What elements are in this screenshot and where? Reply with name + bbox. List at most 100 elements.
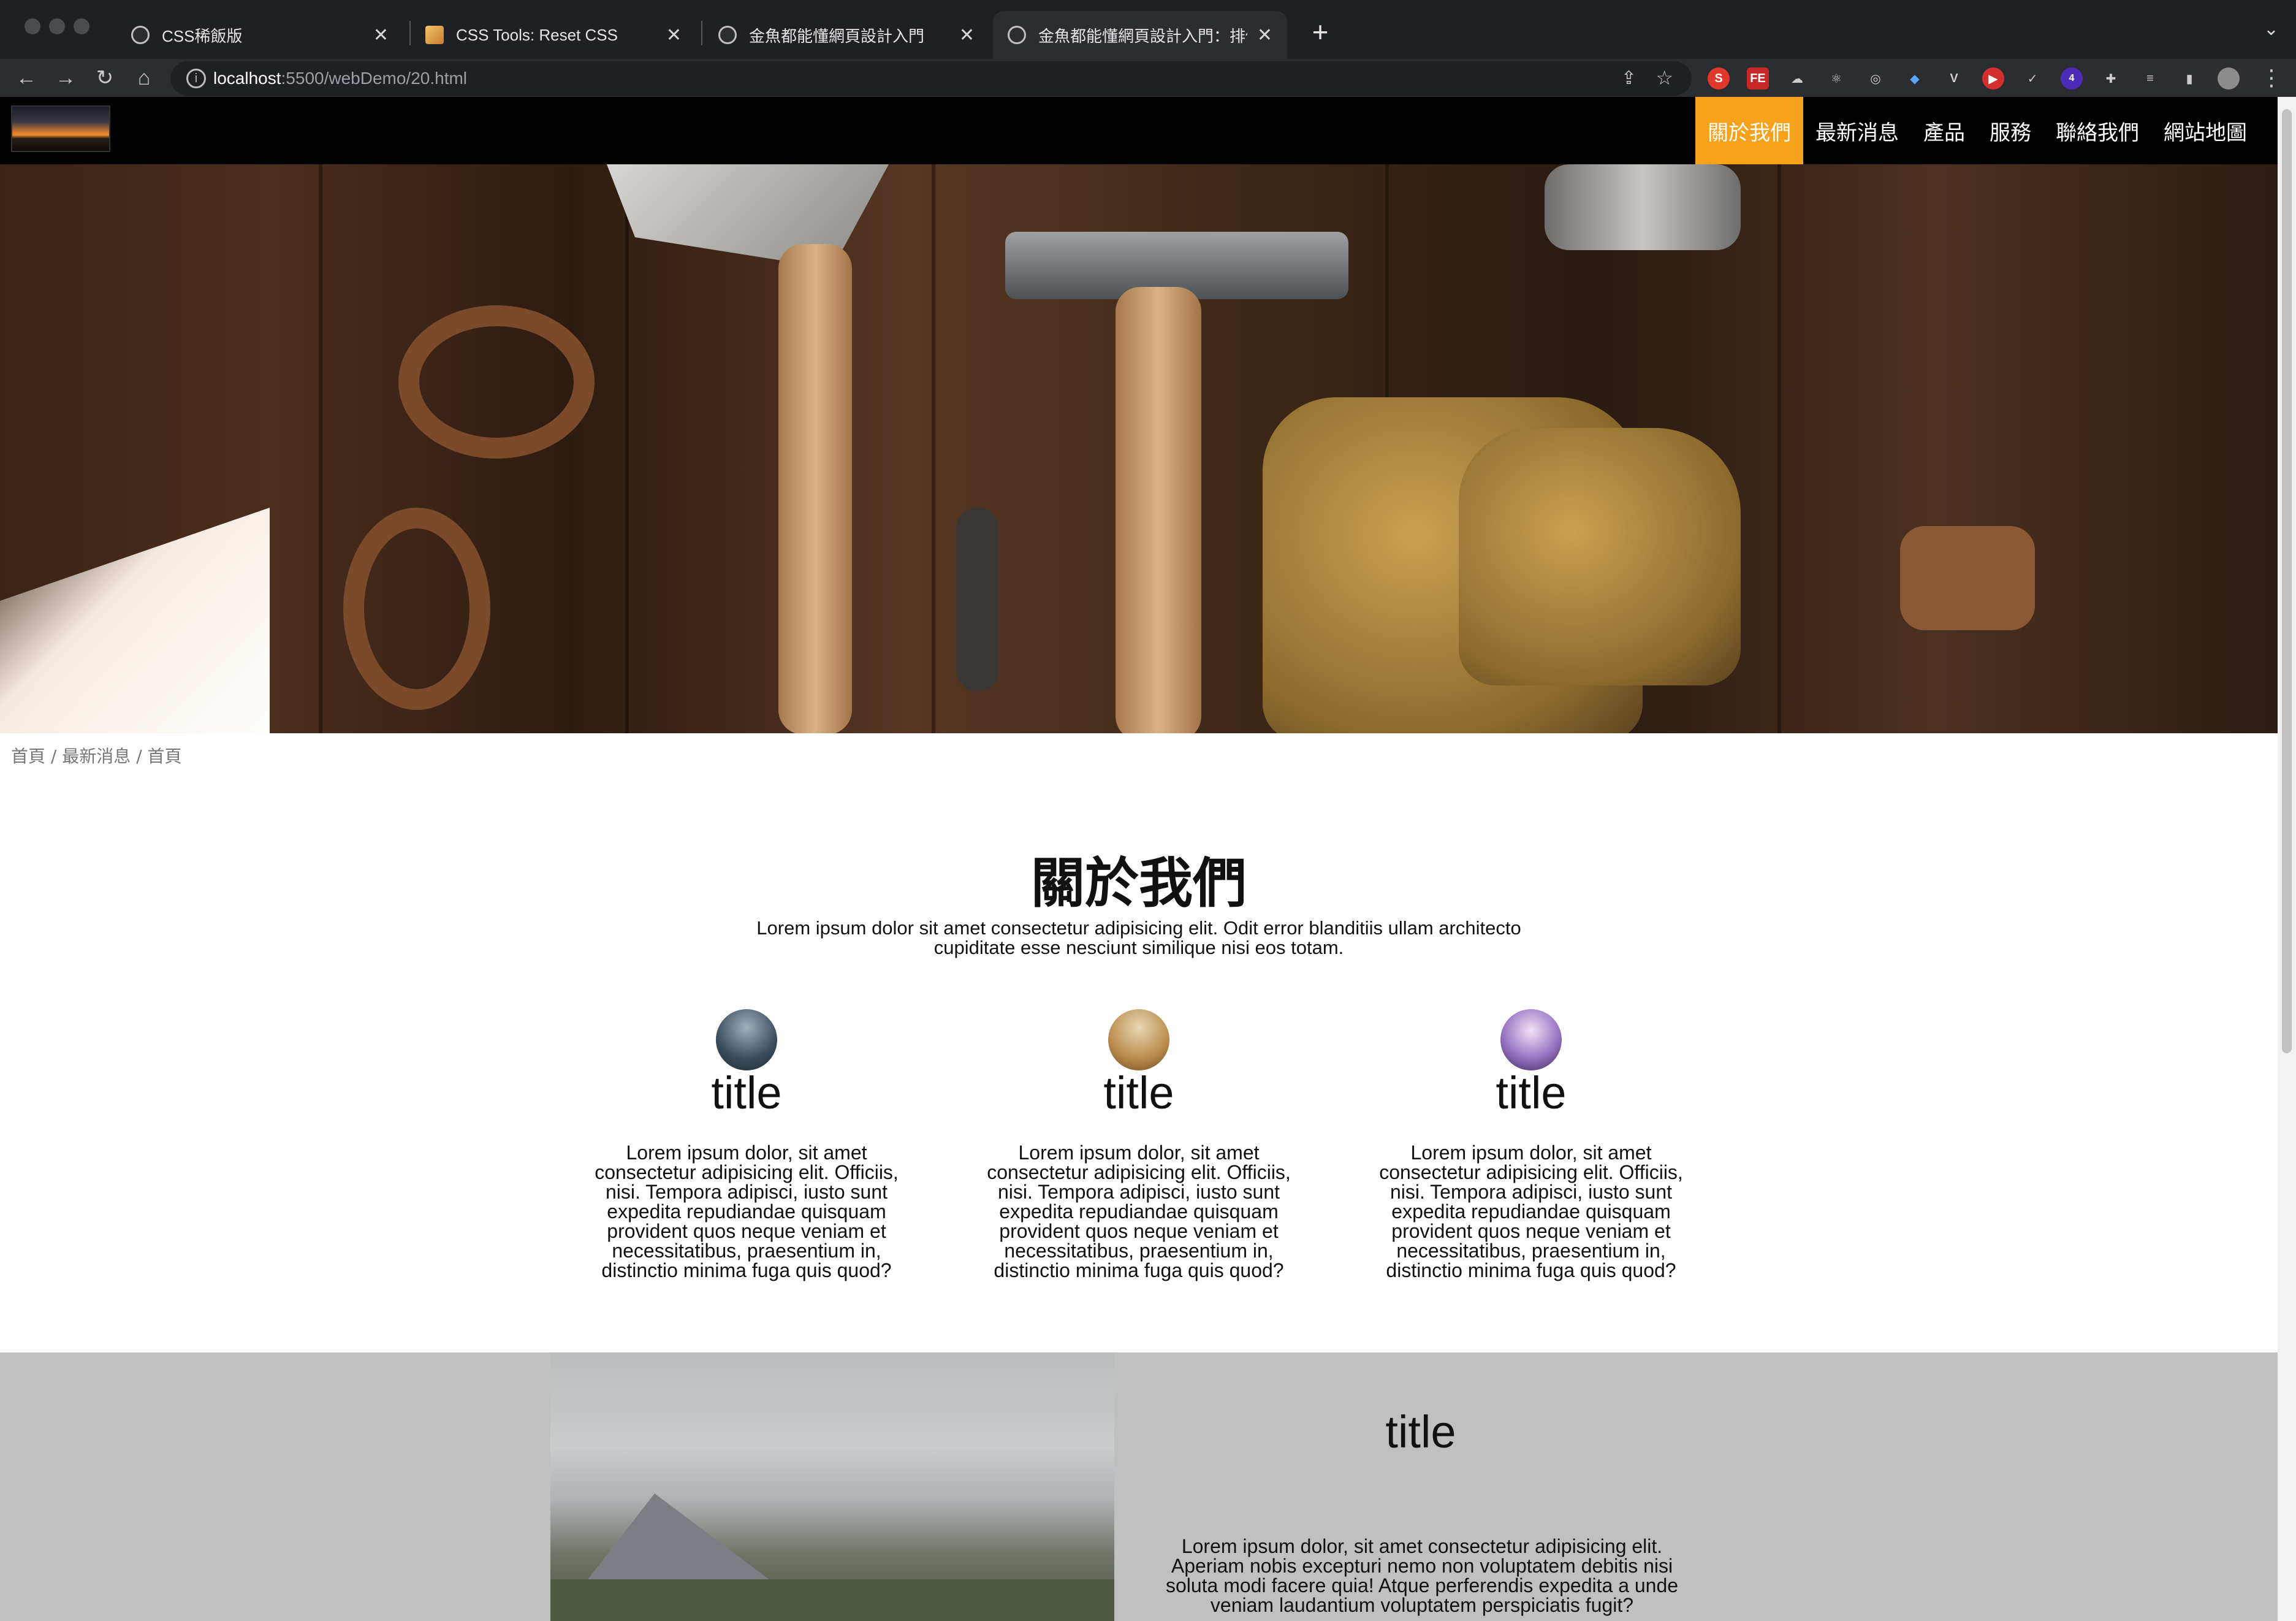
extension-badge-icon[interactable]: 4	[2061, 67, 2083, 90]
wood-plank-line	[625, 164, 629, 733]
card-title: title	[1496, 1067, 1567, 1118]
about-description: Lorem ipsum dolor sit amet consectetur a…	[756, 917, 1521, 958]
window-minimize-dot[interactable]	[49, 18, 65, 34]
card-title: title	[1103, 1067, 1174, 1118]
tab-css-xifan[interactable]: CSS稀飯版 ✕	[116, 11, 403, 59]
pocket-knife	[956, 508, 999, 692]
main-menu: 關於我們 最新消息 產品 服務 聯絡我們 網站地圖	[1695, 97, 2259, 164]
pliers-handle	[398, 305, 595, 459]
reading-list-icon[interactable]: ≡	[2139, 67, 2161, 90]
pliers-jaw	[343, 508, 490, 710]
extension-target-icon[interactable]: ◎	[1865, 67, 1887, 90]
site-header: 關於我們 最新消息 產品 服務 聯絡我們 網站地圖	[0, 97, 2278, 164]
extension-s-icon[interactable]: S	[1708, 67, 1730, 90]
extension-cloud-icon[interactable]: ☁	[1786, 67, 1808, 90]
side-panel-icon[interactable]: ▮	[2178, 67, 2200, 90]
breadcrumb-separator: /	[50, 746, 63, 766]
scraper-handle	[1900, 526, 2035, 630]
card-title: title	[711, 1067, 782, 1118]
menu-item-news[interactable]: 最新消息	[1803, 97, 1911, 164]
browser-toolbar: ← → ↻ ⌂ i localhost:5500/webDemo/20.html…	[0, 59, 2296, 97]
card-text: Lorem ipsum dolor, sit amet consectetur …	[1379, 1142, 1683, 1281]
breadcrumb-home[interactable]: 首頁	[11, 746, 45, 766]
feature-title: title	[1385, 1406, 1456, 1457]
site-info-icon[interactable]: i	[186, 69, 206, 88]
more-menu-icon[interactable]: ⋮	[2260, 65, 2283, 91]
extension-gem-icon[interactable]: ◆	[1904, 67, 1926, 90]
home-icon[interactable]: ⌂	[129, 63, 159, 93]
metal-rod	[1545, 164, 1741, 250]
tab-separator	[701, 21, 702, 45]
globe-icon	[1008, 26, 1026, 44]
url-text[interactable]: localhost:5500/webDemo/20.html	[213, 69, 467, 88]
menu-item-services[interactable]: 服務	[1977, 97, 2043, 164]
profile-avatar[interactable]	[2218, 67, 2240, 90]
share-icon[interactable]: ⇪	[1621, 67, 1636, 89]
site-logo[interactable]	[11, 105, 110, 152]
tab-title: 金魚都能懂網頁設計入門：排個版	[1038, 26, 1247, 45]
hammer-handle	[1116, 287, 1201, 733]
axe-handle	[778, 244, 852, 733]
close-icon[interactable]: ✕	[959, 25, 975, 46]
card-avatar	[716, 1009, 777, 1070]
url-path: :5500/webDemo/20.html	[281, 69, 468, 88]
hero-banner	[0, 164, 2278, 733]
breadcrumb-current[interactable]: 首頁	[148, 746, 182, 766]
menu-item-sitemap[interactable]: 網站地圖	[2151, 97, 2259, 164]
tab-title: 金魚都能懂網頁設計入門	[749, 26, 925, 45]
about-card: title Lorem ipsum dolor, sit amet consec…	[575, 1009, 918, 1280]
tab-goldfish-intro[interactable]: 金魚都能懂網頁設計入門 ✕	[704, 11, 989, 59]
close-icon[interactable]: ✕	[373, 25, 389, 46]
extension-badge-count: 4	[2069, 73, 2075, 83]
tab-reset-css[interactable]: CSS Tools: Reset CSS ✕	[411, 11, 696, 59]
extension-react-icon[interactable]: ⚛	[1825, 67, 1847, 90]
breadcrumb-news[interactable]: 最新消息	[62, 746, 131, 766]
css-tools-icon	[425, 26, 444, 44]
window-close-dot[interactable]	[25, 18, 40, 34]
puzzle-icon[interactable]: ✚	[2100, 67, 2122, 90]
breadcrumb-separator: /	[136, 746, 148, 766]
extension-fe-icon[interactable]: FE	[1747, 67, 1769, 90]
tab-search-chevron-icon[interactable]: ⌄	[2264, 18, 2279, 40]
web-page: 關於我們 最新消息 產品 服務 聯絡我們 網站地圖 首頁 / 最新消息 / 首頁	[0, 97, 2278, 1621]
wood-plank-line	[932, 164, 935, 733]
close-icon[interactable]: ✕	[666, 25, 682, 46]
url-host: localhost	[213, 69, 281, 88]
feature-section	[0, 1352, 2278, 1621]
new-tab-button[interactable]: +	[1302, 13, 1339, 50]
card-text: Lorem ipsum dolor, sit amet consectetur …	[595, 1142, 899, 1281]
card-avatar	[1108, 1009, 1169, 1070]
globe-icon	[718, 26, 737, 44]
wood-plank-line	[319, 164, 322, 733]
reload-icon[interactable]: ↻	[89, 63, 120, 93]
extension-play-icon[interactable]: ▶	[1982, 67, 2004, 90]
mountain-photo	[550, 1352, 1114, 1621]
window-zoom-dot[interactable]	[74, 18, 89, 34]
page-scrollbar[interactable]	[2278, 97, 2296, 1621]
sunlight-patch	[0, 508, 270, 733]
card-text: Lorem ipsum dolor, sit amet consectetur …	[987, 1142, 1291, 1281]
scrollbar-thumb[interactable]	[2282, 109, 2292, 1053]
browser-chrome: CSS稀飯版 ✕ CSS Tools: Reset CSS ✕ 金魚都能懂網頁設…	[0, 0, 2296, 97]
menu-item-about[interactable]: 關於我們	[1695, 97, 1803, 164]
work-gloves-second	[1459, 428, 1741, 685]
back-icon[interactable]: ←	[11, 63, 42, 93]
close-icon[interactable]: ✕	[1257, 25, 1272, 46]
globe-icon	[131, 26, 150, 44]
bookmark-star-icon[interactable]: ☆	[1655, 66, 1673, 90]
extension-vue-icon[interactable]: V	[1943, 67, 1965, 90]
menu-item-products[interactable]: 產品	[1911, 97, 1977, 164]
card-avatar	[1500, 1009, 1562, 1070]
tab-goldfish-layout[interactable]: 金魚都能懂網頁設計入門：排個版 ✕	[993, 11, 1287, 59]
forward-icon[interactable]: →	[50, 63, 81, 93]
tab-strip: CSS稀飯版 ✕ CSS Tools: Reset CSS ✕ 金魚都能懂網頁設…	[0, 0, 2296, 59]
about-title: 關於我們	[1030, 852, 1247, 915]
menu-item-contact[interactable]: 聯絡我們	[2043, 97, 2151, 164]
address-bar[interactable]: i localhost:5500/webDemo/20.html ⇪ ☆	[170, 61, 1692, 96]
tab-title: CSS稀飯版	[162, 26, 243, 45]
breadcrumb: 首頁 / 最新消息 / 首頁	[11, 743, 182, 768]
about-card: title Lorem ipsum dolor, sit amet consec…	[1359, 1009, 1703, 1280]
extension-check-icon[interactable]: ✓	[2021, 67, 2043, 90]
tab-title: CSS Tools: Reset CSS	[456, 25, 618, 44]
about-card: title Lorem ipsum dolor, sit amet consec…	[967, 1009, 1310, 1280]
